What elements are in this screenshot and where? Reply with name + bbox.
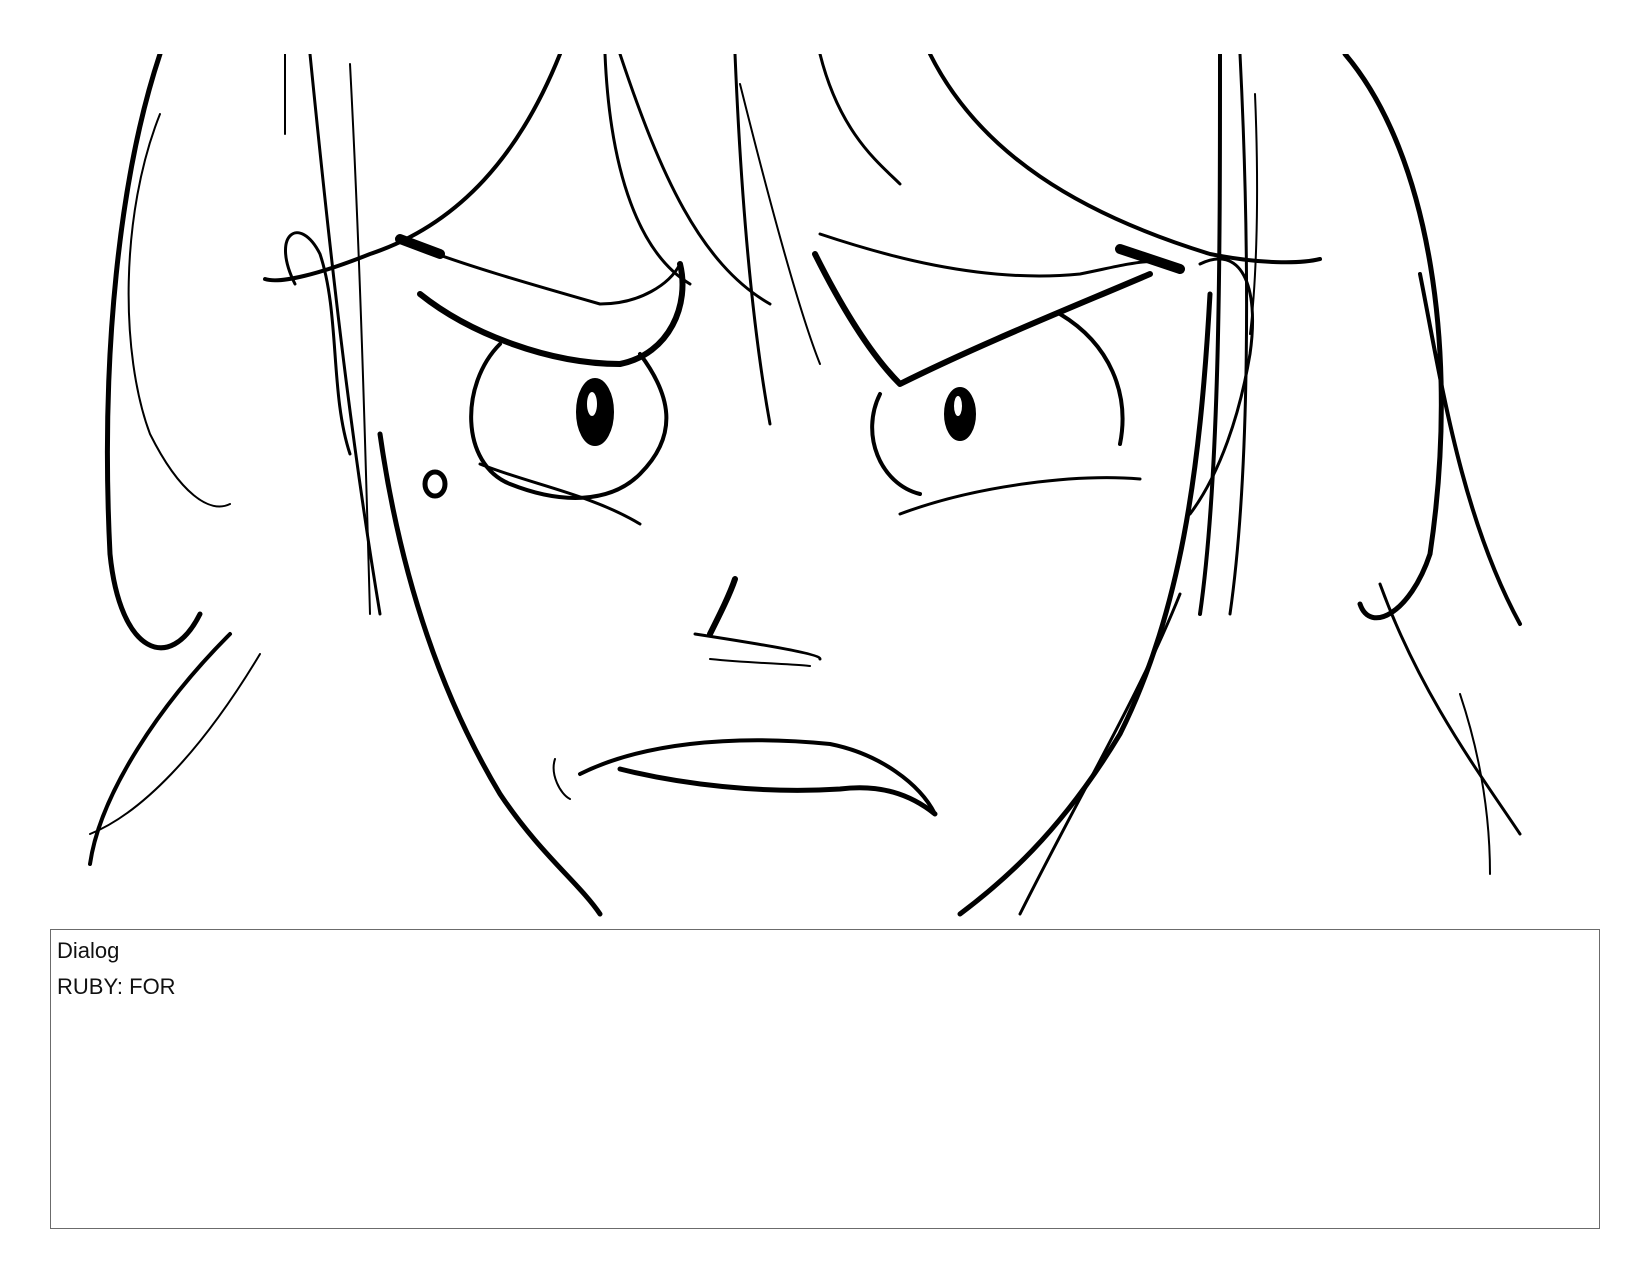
mouth	[578, 738, 937, 816]
mole	[422, 469, 448, 499]
right-eye-outline	[870, 392, 922, 496]
left-eyelid	[417, 261, 686, 367]
dialog-text[interactable]: RUBY: FOR	[57, 974, 176, 1000]
hair-outline-right	[1342, 54, 1444, 621]
left-eye-outline	[469, 342, 669, 500]
dialog-panel: Dialog RUBY: FOR	[50, 929, 1600, 1229]
dialog-label: Dialog	[57, 938, 120, 963]
sketch-face-illustration	[88, 54, 1522, 917]
nose	[707, 576, 738, 637]
face-outline	[377, 431, 603, 917]
storyboard-panel	[80, 54, 1600, 918]
hair-outline-left	[104, 54, 203, 651]
